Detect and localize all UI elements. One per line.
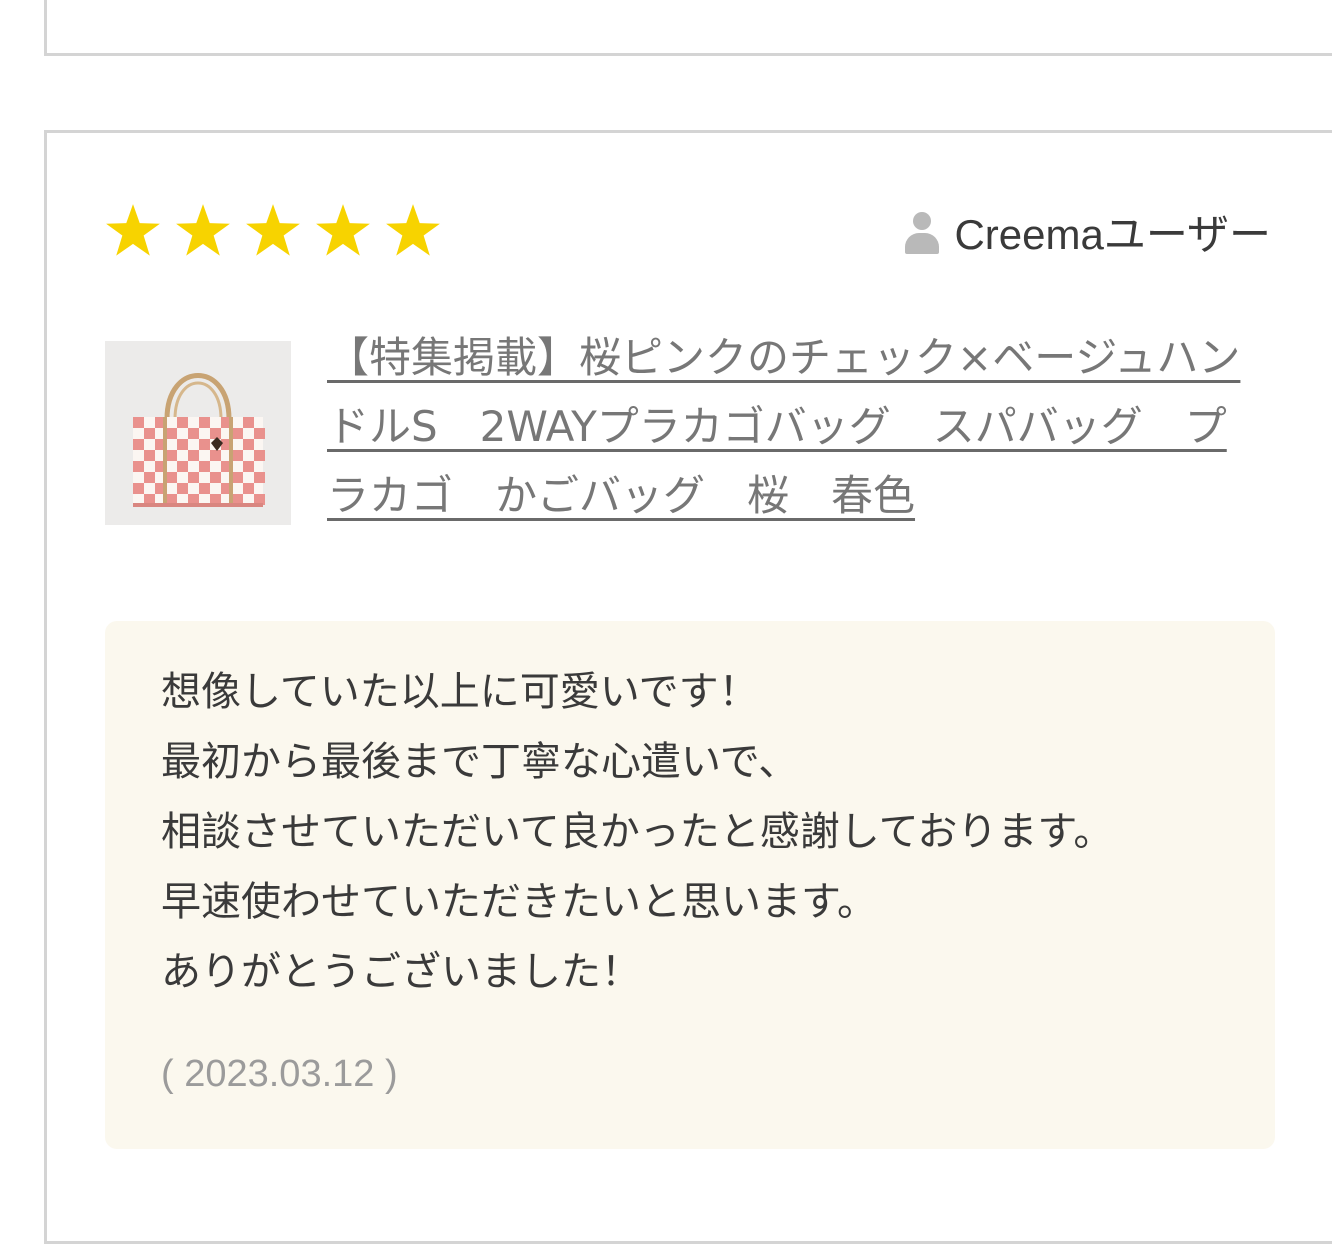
bag-image	[105, 341, 291, 525]
product-title-link[interactable]: 【特集掲載】桜ピンクのチェック×ベージュハンドルS 2WAYプラカゴバッグ スパ…	[327, 323, 1247, 530]
star-icon	[316, 204, 370, 256]
star-icon	[386, 204, 440, 256]
previous-review-card	[44, 0, 1332, 56]
star-icon	[176, 204, 230, 256]
review-date: ( 2023.03.12 )	[161, 1053, 398, 1095]
user-icon	[904, 212, 940, 256]
review-card: Creemaユーザー 【特集掲載】桜ピンクのチェック×ベージュハンドルS 2WA…	[44, 130, 1332, 1244]
star-icon	[106, 204, 160, 256]
star-icon	[246, 204, 300, 256]
review-comment: 想像していた以上に可愛いです！ 最初から最後まで丁寧な心遣いで、 相談させていた…	[161, 669, 1114, 995]
star-rating	[105, 203, 455, 259]
reviewer: Creemaユーザー	[904, 203, 1271, 259]
product-thumbnail[interactable]	[105, 341, 291, 525]
comment-box: 想像していた以上に可愛いです！ 最初から最後まで丁寧な心遣いで、 相談させていた…	[105, 621, 1275, 1149]
reviewer-name: Creemaユーザー	[954, 210, 1271, 258]
